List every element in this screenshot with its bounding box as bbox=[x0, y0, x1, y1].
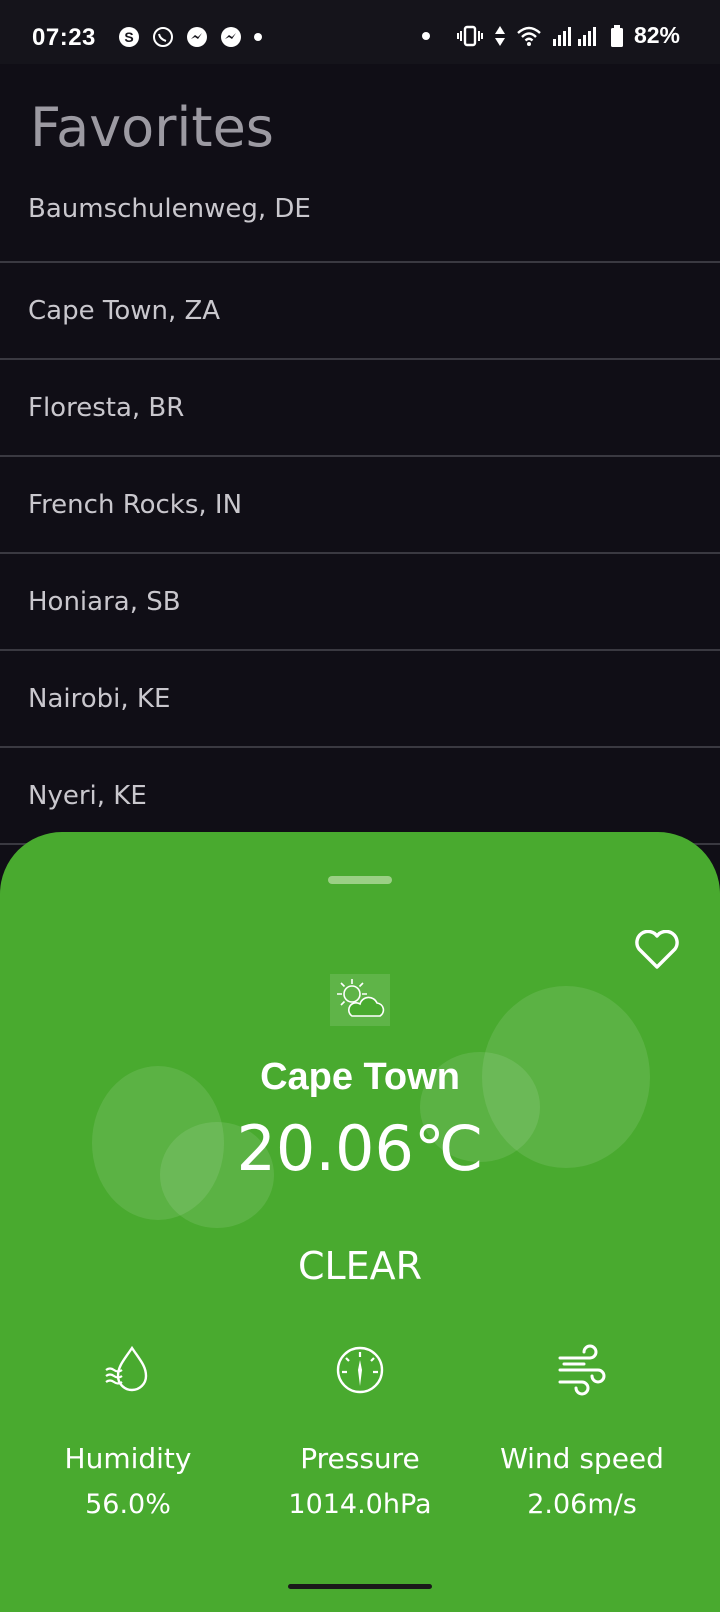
drag-handle[interactable] bbox=[328, 876, 392, 884]
favorites-list: Baumschulenweg, DE Cape Town, ZA Florest… bbox=[0, 168, 720, 845]
wind-label: Wind speed bbox=[500, 1442, 664, 1475]
wind-value: 2.06m/s bbox=[527, 1489, 637, 1520]
status-time: 07:23 bbox=[32, 24, 96, 51]
vibrate-icon bbox=[456, 25, 483, 46]
humidity-value: 56.0% bbox=[85, 1489, 171, 1520]
favorite-item[interactable]: Nyeri, KE bbox=[0, 748, 720, 845]
pressure-value: 1014.0hPa bbox=[288, 1489, 432, 1520]
battery-icon bbox=[610, 24, 623, 47]
humidity-icon bbox=[105, 1345, 148, 1392]
pressure-stat: Pressure 1014.0hPa bbox=[240, 1342, 480, 1520]
favorite-heart-icon[interactable] bbox=[634, 930, 680, 970]
favorite-item[interactable]: Floresta, BR bbox=[0, 360, 720, 457]
status-bar: 07:23 S 82% bbox=[0, 0, 720, 64]
svg-text:S: S bbox=[124, 29, 133, 45]
more-notifications-dot bbox=[254, 33, 262, 41]
favorite-item[interactable]: French Rocks, IN bbox=[0, 457, 720, 554]
notification-icons: S bbox=[118, 26, 262, 48]
wifi-icon bbox=[517, 26, 541, 46]
skype-icon: S bbox=[119, 27, 139, 47]
weather-condition: CLEAR bbox=[297, 1244, 423, 1288]
temperature: 20.06℃ bbox=[236, 1112, 484, 1185]
battery-percent: 82% bbox=[633, 22, 680, 48]
whatsapp-icon bbox=[153, 27, 173, 47]
gesture-nav-bar[interactable] bbox=[288, 1584, 432, 1589]
system-icons: 82% bbox=[421, 22, 680, 49]
pressure-gauge-icon bbox=[336, 1346, 384, 1394]
humidity-stat: Humidity 56.0% bbox=[8, 1342, 248, 1520]
favorite-item[interactable]: Nairobi, KE bbox=[0, 651, 720, 748]
partly-cloudy-icon bbox=[330, 974, 390, 1026]
weather-bottom-sheet[interactable]: Cape Town 20.06℃ CLEAR Humidity 56.0% Pr… bbox=[0, 832, 720, 1612]
city-name: Cape Town bbox=[260, 1056, 460, 1098]
messenger-icon bbox=[221, 27, 241, 47]
humidity-label: Humidity bbox=[64, 1442, 192, 1475]
messenger-icon bbox=[187, 27, 207, 47]
dot-icon bbox=[421, 31, 430, 40]
favorite-item[interactable]: Honiara, SB bbox=[0, 554, 720, 651]
wind-icon bbox=[558, 1344, 606, 1396]
wind-stat: Wind speed 2.06m/s bbox=[462, 1342, 702, 1520]
signal-icon bbox=[552, 26, 596, 46]
data-arrows-icon bbox=[494, 25, 505, 46]
pressure-label: Pressure bbox=[300, 1442, 420, 1475]
favorite-item[interactable]: Baumschulenweg, DE bbox=[0, 168, 720, 263]
favorite-item[interactable]: Cape Town, ZA bbox=[0, 263, 720, 360]
page-title: Favorites bbox=[30, 96, 274, 159]
